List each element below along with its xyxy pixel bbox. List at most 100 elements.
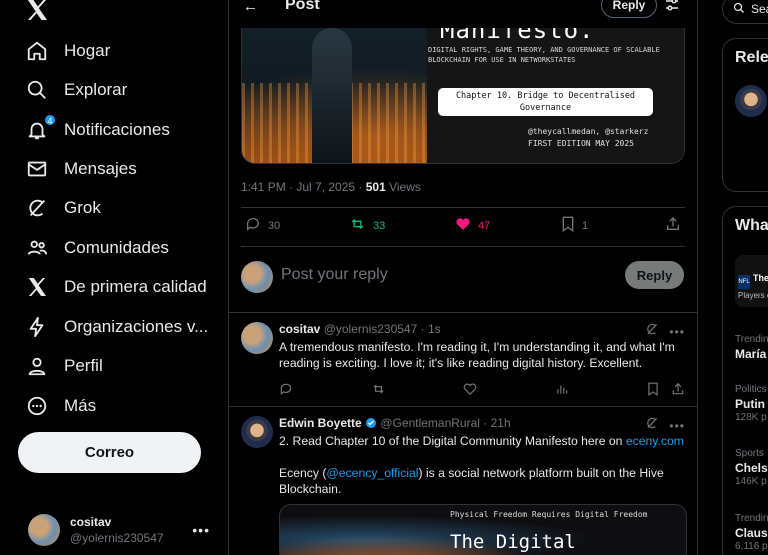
bell-icon: 4 — [26, 114, 56, 141]
trend-post-count: 146K p — [735, 476, 767, 487]
mail-icon — [26, 158, 48, 180]
reply-submit-button[interactable]: Reply — [625, 261, 684, 289]
trends-panel: Wha NFL The Players c Trendin María Poli… — [722, 206, 768, 555]
reply-item[interactable]: Edwin Boyette @GentlemanRural · 21h ••• … — [229, 406, 697, 555]
card-caption: Physical Freedom Requires Digital Freedo… — [450, 510, 648, 519]
reply-link[interactable]: eceny.com — [626, 434, 684, 448]
trend-item[interactable]: Trendin Claus 6,116 p — [735, 512, 768, 554]
nav-item-notifications[interactable]: 4 Notificaciones — [26, 114, 170, 145]
like-count: 47 — [478, 219, 491, 232]
repost-icon — [349, 216, 373, 235]
avatar[interactable] — [241, 416, 273, 448]
repost-action[interactable]: 33 — [349, 216, 385, 235]
nav-item-label: Explorar — [64, 80, 128, 99]
reply-item[interactable]: cositav @yolernis230547 · 1s ••• A treme… — [229, 312, 697, 406]
repost-icon[interactable] — [371, 382, 386, 396]
chapter-line: Chapter 10. Bridge to Decentralised — [455, 91, 636, 101]
nav-item-grok[interactable]: Grok — [26, 193, 101, 223]
more-icon[interactable]: ••• — [669, 325, 685, 339]
nav-item-organizations[interactable]: Organizaciones v... — [26, 312, 208, 342]
link-card-image[interactable]: Physical Freedom Requires Digital Freedo… — [279, 504, 687, 555]
x-logo-icon — [26, 276, 48, 298]
account-handle: @yolernis230547 — [70, 531, 164, 545]
bookmark-icon — [561, 216, 582, 235]
image-authors: @theycallmedan, @starkerz FIRST EDITION … — [528, 127, 649, 148]
divider — [241, 207, 685, 208]
views-count: 501 — [365, 180, 386, 194]
nav-item-label: Notificaciones — [64, 120, 170, 139]
bookmark-action[interactable]: 1 — [561, 216, 588, 235]
panel-title: Wha — [735, 217, 768, 234]
post-button[interactable]: Correo — [18, 432, 201, 473]
news-thumbnail[interactable]: NFL The Players c — [735, 255, 768, 307]
post-image[interactable]: Manifesto. DIGITAL RIGHTS, GAME THEORY, … — [241, 28, 685, 164]
share-action[interactable] — [665, 216, 688, 235]
nav-item-profile[interactable]: Perfil — [26, 351, 103, 381]
account-switcher[interactable]: cositav @yolernis230547 ••• — [28, 510, 218, 550]
back-arrow-icon[interactable]: ← — [243, 0, 258, 15]
home-icon — [26, 40, 48, 62]
reply-text: 2. Read Chapter 10 of the Digital Commun… — [279, 433, 691, 497]
bookmark-icon[interactable] — [647, 382, 659, 396]
nav-item-explore[interactable]: Explorar — [26, 75, 127, 105]
trend-item[interactable]: Sports Chelse 146K p — [735, 447, 768, 489]
x-logo-icon[interactable] — [26, 0, 50, 20]
reply-author-name[interactable]: Edwin Boyette — [279, 416, 362, 430]
sliders-icon[interactable] — [665, 0, 679, 12]
trend-topic: Claus — [735, 526, 768, 540]
news-headline: The — [753, 273, 768, 283]
people-icon — [26, 237, 48, 259]
reply-author-handle[interactable]: @GentlemanRural · 21h — [380, 416, 510, 430]
nav-item-more[interactable]: Más — [26, 391, 96, 421]
like-action[interactable]: 47 — [455, 216, 490, 235]
chapter-box: Chapter 10. Bridge to Decentralised Gove… — [438, 88, 653, 116]
reply-input[interactable]: Post your reply — [281, 266, 388, 284]
left-navigation: Hogar Explorar 4 Notificaciones Mensajes… — [0, 0, 228, 555]
mention-link[interactable]: @ecency_official — [326, 466, 418, 480]
trend-category: Trendin — [735, 334, 768, 345]
nav-item-label: Mensajes — [64, 159, 137, 178]
reply-composer: Post your reply Reply — [241, 258, 685, 298]
news-caption: Players c — [738, 291, 768, 300]
trend-item[interactable]: Politics Putin 128K p — [735, 383, 767, 425]
nav-item-label: Perfil — [64, 356, 103, 375]
share-icon[interactable] — [671, 382, 685, 396]
views-icon[interactable] — [555, 382, 569, 396]
nav-item-messages[interactable]: Mensajes — [26, 154, 137, 184]
trend-topic: Chelse — [735, 461, 768, 475]
verified-badge-icon — [365, 416, 377, 430]
search-icon — [733, 2, 751, 17]
nav-item-label: De primera calidad — [64, 277, 207, 296]
trend-category: Politics — [735, 384, 767, 395]
relevant-people-panel: Rele — [722, 38, 768, 192]
nfl-logo: NFL — [738, 275, 750, 289]
nav-item-premium[interactable]: De primera calidad — [26, 272, 207, 302]
reply-action[interactable]: 30 — [245, 216, 280, 235]
reply-author-handle[interactable]: @yolernis230547 · 1s — [324, 322, 441, 336]
post-column: ← Post Reply Manifesto. DIGITAL RIGHTS, … — [228, 0, 698, 555]
repost-count: 33 — [373, 219, 386, 232]
reply-author-name[interactable]: cositav — [279, 322, 320, 336]
page-title: Post — [285, 0, 320, 13]
search-input[interactable]: Sea — [722, 0, 768, 24]
share-icon — [665, 216, 688, 235]
trend-item[interactable]: Trendin María — [735, 333, 768, 361]
image-subtitle: DIGITAL RIGHTS, GAME THEORY, AND GOVERNA… — [428, 46, 660, 64]
more-circle-icon — [26, 395, 48, 417]
reply-icon[interactable] — [279, 382, 293, 396]
nav-item-home[interactable]: Hogar — [26, 36, 110, 66]
image-title: Manifesto. — [440, 28, 595, 44]
more-icon[interactable]: ••• — [669, 419, 685, 433]
lightning-icon — [26, 316, 48, 338]
reply-icon — [245, 216, 268, 235]
heart-icon[interactable] — [463, 382, 477, 396]
avatar[interactable] — [735, 85, 767, 117]
card-title: The Digital — [450, 531, 576, 553]
reply-button[interactable]: Reply — [601, 0, 657, 18]
trend-category: Sports — [735, 448, 764, 459]
post-time[interactable]: 1:41 PM · Jul 7, 2025 · — [241, 180, 366, 194]
nav-item-label: Hogar — [64, 41, 111, 60]
nav-item-communities[interactable]: Comunidades — [26, 233, 169, 263]
avatar[interactable] — [241, 322, 273, 354]
trend-post-count: 6,116 p — [735, 541, 768, 552]
